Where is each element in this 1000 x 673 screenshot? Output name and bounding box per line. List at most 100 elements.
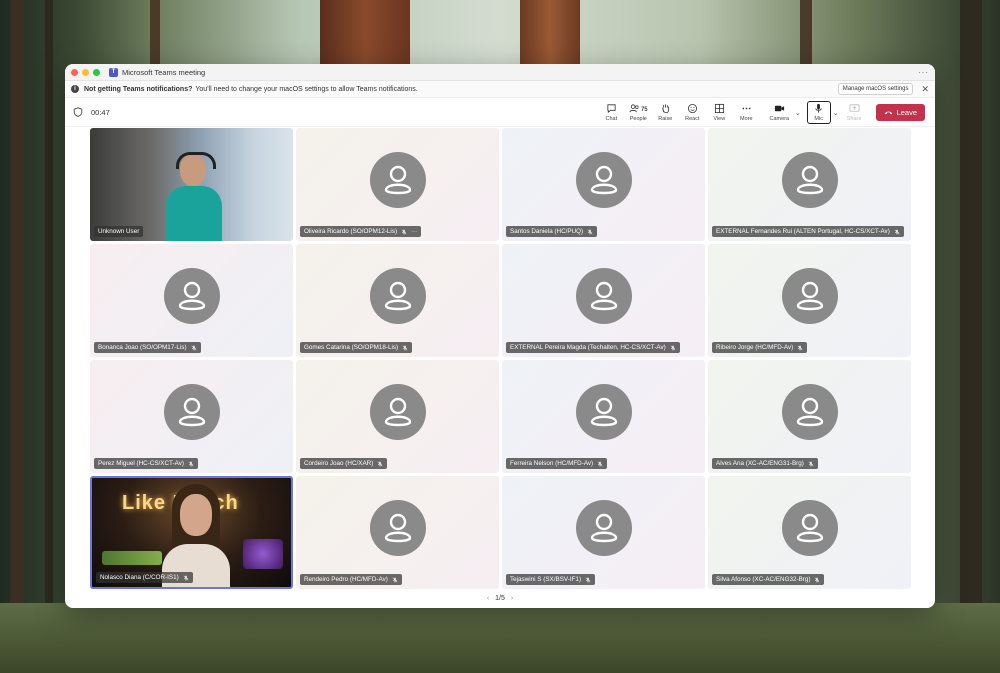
participant-name-label: Ribeiro Jorge (HC/MFD-Av) [712,342,808,353]
smiley-icon [687,103,697,114]
camera-options-chevron-icon[interactable]: ⌄ [795,109,801,117]
muted-mic-icon [815,577,820,583]
notification-banner: i Not getting Teams notifications? You'l… [65,81,935,98]
camera-button[interactable]: Camera [766,103,793,122]
participant-tile[interactable]: Gomes Catarina (SO/OPM18-Lis) [296,244,499,357]
participant-tile[interactable]: Perez Miguel (HC-CS/XCT-Av) [90,360,293,473]
pagination: ‹ 1/5 › [65,595,935,602]
manage-macos-settings-button[interactable]: Manage macOS settings [837,83,914,95]
view-label: View [713,116,726,122]
participant-name-label: Unknown User [94,226,144,237]
default-avatar-icon [796,165,823,195]
participant-name-label: Perez Miguel (HC-CS/XCT-Av) [94,458,198,469]
mic-button[interactable]: Mic [806,101,831,124]
participant-more-icon[interactable]: ··· [411,229,417,235]
muted-mic-icon [670,345,676,351]
default-avatar-icon [384,397,411,427]
participant-name: Alves Ana (XC-AC/ENG31-Brg) [716,460,804,467]
default-avatar-icon [384,281,411,311]
participant-name: Nolasco Diana (C/COR-IS1) [100,574,179,581]
people-label: People [629,116,647,122]
participant-name: Rendeiro Pedro (HC/MFD-Av) [304,576,388,583]
participant-tile[interactable]: Oliveira Ricardo (SO/OPM12-Lis) ··· [296,128,499,241]
minimize-window-button[interactable] [82,68,89,76]
participant-name-label: EXTERNAL Fernandes Rui (ALTEN Portugal, … [712,226,904,237]
leave-label: Leave [896,108,917,117]
default-avatar-icon [178,397,205,427]
participant-tile[interactable]: Cordeiro Joao (HC/XAR) [296,360,499,473]
more-options-icon[interactable]: ··· [918,68,929,77]
participant-avatar [369,383,426,440]
participant-tile[interactable]: Ferreira Nelson (HC/MFD-Av) [502,360,705,473]
participant-name: Perez Miguel (HC-CS/XCT-Av) [98,460,184,467]
participant-avatar [781,151,838,208]
meeting-timer: 00:47 [91,107,110,117]
camera-label: Camera [769,116,790,122]
participant-tile[interactable]: Ribeiro Jorge (HC/MFD-Av) [708,244,911,357]
participant-avatar [163,267,220,324]
participant-tile[interactable]: Alves Ana (XC-AC/ENG31-Brg) [708,360,911,473]
participant-name-label: Cordeiro Joao (HC/XAR) [300,458,388,469]
view-button[interactable]: View [706,103,733,122]
participant-tile[interactable]: Silva Afonso (XC-AC/ENG32-Brg) [708,476,911,589]
people-count: 75 [640,106,648,113]
ellipsis-icon [742,107,751,110]
participant-name: Oliveira Ricardo (SO/OPM12-Lis) [304,228,398,235]
muted-mic-icon [377,461,383,467]
participant-avatar [575,499,632,556]
banner-bold-text: Not getting Teams notifications? [84,85,193,93]
leave-button[interactable]: Leave [875,104,925,121]
chat-button[interactable]: Chat [598,103,625,122]
share-label: Share [846,116,862,122]
people-button[interactable]: 75 People [625,103,652,122]
share-button[interactable]: Share [841,103,868,122]
muted-mic-icon [191,345,196,351]
participant-avatar [575,383,632,440]
default-avatar-icon [384,165,411,195]
react-label: React [685,116,700,122]
more-button[interactable]: More [733,103,760,122]
close-window-button[interactable] [71,68,78,76]
muted-mic-icon [401,229,407,235]
participant-name: Ribeiro Jorge (HC/MFD-Av) [716,344,794,351]
participant-avatar [781,383,838,440]
default-avatar-icon [384,513,411,543]
default-avatar-icon [590,165,617,195]
participant-name-label: EXTERNAL Pereira Magda (Techalten, HC-CS… [506,342,680,353]
participant-tile[interactable]: EXTERNAL Fernandes Rui (ALTEN Portugal, … [708,128,911,241]
default-avatar-icon [590,281,617,311]
participant-avatar [781,267,838,324]
raise-hand-button[interactable]: Raise [652,103,679,122]
muted-mic-icon [402,345,408,351]
teams-app-icon: T [109,67,118,77]
previous-page-icon[interactable]: ‹ [487,595,489,602]
microphone-icon [815,103,822,113]
hang-up-icon [884,111,892,115]
participant-name: Cordeiro Joao (HC/XAR) [304,460,374,467]
participant-name-label: Ferreira Nelson (HC/MFD-Av) [506,458,608,469]
muted-mic-icon [587,229,593,235]
next-page-icon[interactable]: › [511,595,513,602]
participant-avatar [781,499,838,556]
background-lights [102,551,162,565]
participant-tile[interactable]: Rendeiro Pedro (HC/MFD-Av) [296,476,499,589]
muted-mic-icon [183,575,189,581]
muted-mic-icon [894,229,900,235]
participant-name: Bonanca Joao (SO/OPM17-Lis) [98,344,187,351]
participant-tile[interactable]: Santos Daniela (HC/PUQ) [502,128,705,241]
participant-name: Santos Daniela (HC/PUQ) [510,228,584,235]
react-button[interactable]: React [679,103,706,122]
teams-meeting-window: T Microsoft Teams meeting ··· i Not gett… [65,64,935,608]
participant-tile[interactable]: EXTERNAL Pereira Magda (Techalten, HC-CS… [502,244,705,357]
share-screen-icon [849,104,860,112]
participant-tile[interactable]: Like BoschNolasco Diana (C/COR-IS1) [90,476,293,589]
close-banner-icon[interactable]: ✕ [921,84,929,95]
zoom-window-button[interactable] [93,68,100,76]
participant-tile[interactable]: Unknown User [90,128,293,241]
participant-tile[interactable]: Bonanca Joao (SO/OPM17-Lis) [90,244,293,357]
participant-tile[interactable]: Tejaswini S (SX/BSV-IF1) [502,476,705,589]
participant-name-label: Tejaswini S (SX/BSV-IF1) [506,574,596,585]
mic-options-chevron-icon[interactable]: ⌄ [833,109,839,117]
more-label: More [740,116,753,122]
participant-grid: Unknown User Oliveira Ricardo (SO/OPM12-L… [90,128,911,589]
